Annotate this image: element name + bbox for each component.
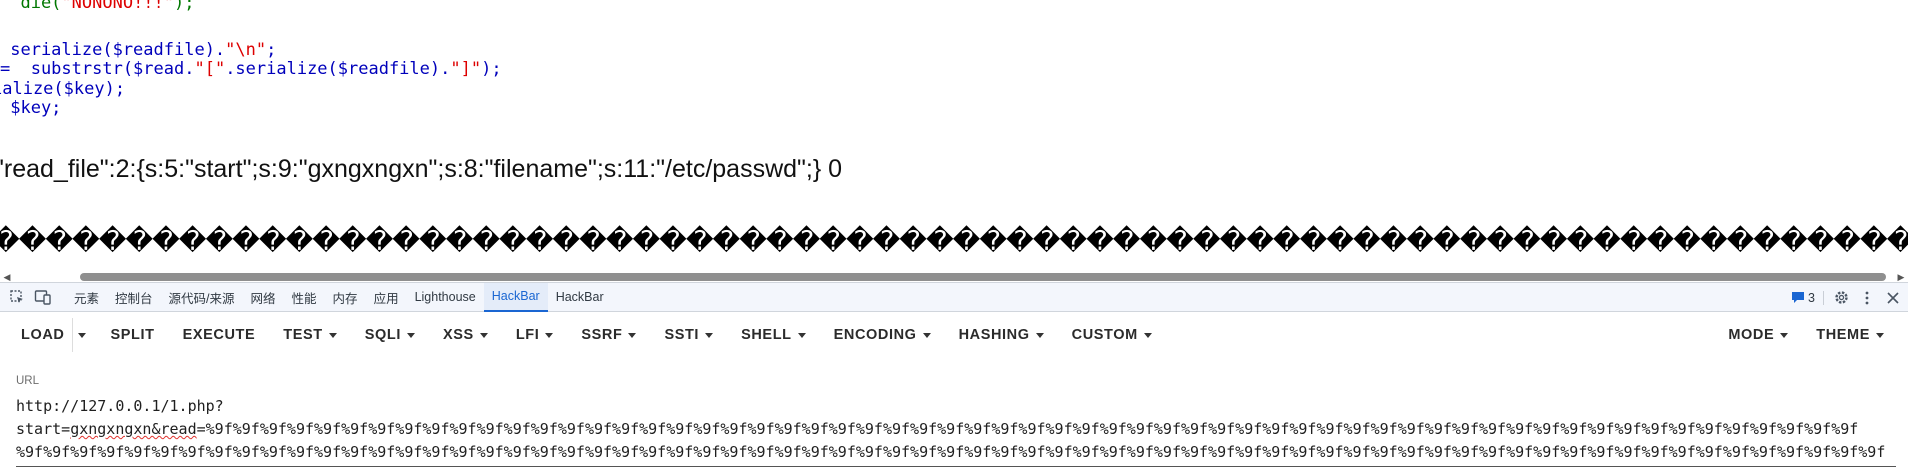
ssti-label: SSTI xyxy=(664,327,700,343)
scroll-right-icon[interactable]: ▶ xyxy=(1896,272,1906,282)
lfi-menu-button[interactable]: LFI xyxy=(502,318,568,352)
execute-button[interactable]: EXECUTE xyxy=(169,318,270,352)
url-section: URL http://127.0.0.1/1.php? start=gxngxng… xyxy=(0,357,1908,471)
url-text: start= xyxy=(16,420,71,438)
issue-count: 3 xyxy=(1808,290,1815,305)
ssti-menu-button[interactable]: SSTI xyxy=(650,318,727,352)
code-text: ; xyxy=(266,40,277,60)
shell-menu-button[interactable]: SHELL xyxy=(727,318,820,352)
lfi-label: LFI xyxy=(515,327,540,343)
xss-menu-button[interactable]: XSS xyxy=(429,318,502,352)
test-label: TEST xyxy=(283,327,323,343)
split-button[interactable]: SPLIT xyxy=(96,318,168,352)
chevron-down-icon xyxy=(1876,332,1884,338)
devtools-tab[interactable]: 内存 xyxy=(325,283,366,312)
code-line-echo: $key; xyxy=(0,98,62,118)
url-label: URL xyxy=(16,375,40,387)
url-textarea[interactable]: http://127.0.0.1/1.php? start=gxngxngxn&r… xyxy=(16,395,1896,467)
code-string: "[" xyxy=(194,59,226,79)
url-line: %9f%9f%9f%9f%9f%9f%9f%9f%9f%9f%9f%9f%9f%… xyxy=(16,443,1886,461)
devtools-tab[interactable]: 网络 xyxy=(243,283,284,312)
code-text: ); xyxy=(481,59,502,79)
settings-gear-icon[interactable] xyxy=(1828,285,1854,311)
ssrf-menu-button[interactable]: SSRF xyxy=(567,318,650,352)
execute-label: EXECUTE xyxy=(182,327,256,343)
chevron-down-icon xyxy=(797,332,806,338)
url-line: start=gxngxngxn&read=%9f%9f%9f%9f%9f%9f%… xyxy=(16,418,1896,441)
chevron-down-icon xyxy=(77,332,86,338)
mode-label: MODE xyxy=(1728,327,1775,343)
chevron-down-icon xyxy=(328,332,337,338)
url-line: http://127.0.0.1/1.php? xyxy=(16,397,224,415)
close-devtools-icon[interactable] xyxy=(1880,285,1906,311)
code-text: ); xyxy=(174,0,195,13)
devtools-right-controls: 3 xyxy=(1783,283,1908,312)
devtools-tab[interactable]: 控制台 xyxy=(107,283,161,312)
garbled-output: ����������������������������������������… xyxy=(0,226,1908,257)
page-viewport: die("NONONO!!!"); serialize($readfile)."… xyxy=(0,0,1908,272)
chevron-down-icon xyxy=(545,332,554,338)
hackbar-right-menus: MODE THEME xyxy=(1714,318,1898,352)
test-menu-button[interactable]: TEST xyxy=(269,318,350,352)
sqli-menu-button[interactable]: SQLI xyxy=(351,318,429,352)
load-dropdown-toggle[interactable] xyxy=(72,318,90,352)
devtools-tab-list: 元素 控制台 源代码/来源 网络 性能 内存 应用 Lighthouse HackBar Hack… xyxy=(66,282,612,312)
load-label: LOAD xyxy=(21,327,65,343)
code-string: "\n" xyxy=(225,40,267,60)
code-text: = substrstr($read. xyxy=(0,59,195,79)
devtools-tab[interactable]: 元素 xyxy=(66,283,107,312)
chevron-down-icon xyxy=(1143,332,1152,338)
scroll-left-icon[interactable]: ◀ xyxy=(2,272,12,282)
hackbar-toolbar: LOAD SPLIT EXECUTE TEST SQLI XSS LFI SSRF SST… xyxy=(0,313,1908,357)
mode-menu-button[interactable]: MODE xyxy=(1714,318,1802,352)
encoding-label: ENCODING xyxy=(833,327,917,343)
issues-counter[interactable]: 3 xyxy=(1783,290,1824,305)
chevron-down-icon xyxy=(922,332,931,338)
spellcheck-text: gxngxngxn&read xyxy=(70,420,197,438)
sqli-label: SQLI xyxy=(364,327,401,343)
code-text: die( xyxy=(0,0,62,13)
hashing-menu-button[interactable]: HASHING xyxy=(945,318,1058,352)
devtools-tab[interactable]: 应用 xyxy=(366,283,407,312)
chevron-down-icon xyxy=(705,332,714,338)
encoding-menu-button[interactable]: ENCODING xyxy=(820,318,945,352)
serialized-output: "read_file":2:{s:5:"start";s:9:"gxngxngx… xyxy=(0,155,843,183)
device-toolbar-icon[interactable] xyxy=(30,284,56,310)
code-string: "]" xyxy=(450,59,482,79)
xss-label: XSS xyxy=(442,327,474,343)
chevron-down-icon xyxy=(479,332,488,338)
chevron-down-icon xyxy=(1780,332,1789,338)
devtools-tab[interactable]: 源代码/来源 xyxy=(161,283,243,312)
theme-label: THEME xyxy=(1816,327,1870,343)
devtools-tab-strip: 元素 控制台 源代码/来源 网络 性能 内存 应用 Lighthouse HackBar Hack… xyxy=(0,282,1908,312)
tab-hackbar[interactable]: HackBar xyxy=(483,282,548,312)
tab-lighthouse[interactable]: Lighthouse xyxy=(407,283,484,312)
horizontal-scrollbar[interactable]: ◀ ▶ xyxy=(0,272,1908,282)
theme-menu-button[interactable]: THEME xyxy=(1802,318,1898,352)
issue-icon xyxy=(1792,292,1805,303)
code-string: "NONONO!!!" xyxy=(61,0,175,13)
chevron-down-icon xyxy=(1035,332,1044,338)
more-options-icon[interactable] xyxy=(1854,285,1880,311)
tab-hackbar[interactable]: HackBar xyxy=(548,283,612,312)
hashing-label: HASHING xyxy=(958,327,1030,343)
shell-label: SHELL xyxy=(741,327,792,343)
custom-menu-button[interactable]: CUSTOM xyxy=(1058,318,1166,352)
custom-label: CUSTOM xyxy=(1071,327,1138,343)
scrollbar-thumb[interactable] xyxy=(80,273,1886,281)
chevron-down-icon xyxy=(628,332,637,338)
devtools-tab[interactable]: 性能 xyxy=(284,283,325,312)
inspect-element-icon[interactable] xyxy=(4,284,30,310)
code-text: .serialize($readfile). xyxy=(225,59,451,79)
load-button[interactable]: LOAD xyxy=(7,318,78,352)
ssrf-label: SSRF xyxy=(581,327,623,343)
hackbar-menu-list: TEST SQLI XSS LFI SSRF SSTI SHELL ENCODING HASHI… xyxy=(269,318,1166,352)
code-text: serialize($readfile). xyxy=(0,40,226,60)
url-text: =%9f%9f%9f%9f%9f%9f%9f%9f%9f%9f%9f%9f%9f… xyxy=(196,420,1859,438)
code-line-die: die("NONONO!!!"); xyxy=(0,0,195,14)
split-label: SPLIT xyxy=(110,327,155,343)
code-line-substrstr: = substrstr($read."[".serialize($readfil… xyxy=(0,58,502,80)
chevron-down-icon xyxy=(406,332,415,338)
